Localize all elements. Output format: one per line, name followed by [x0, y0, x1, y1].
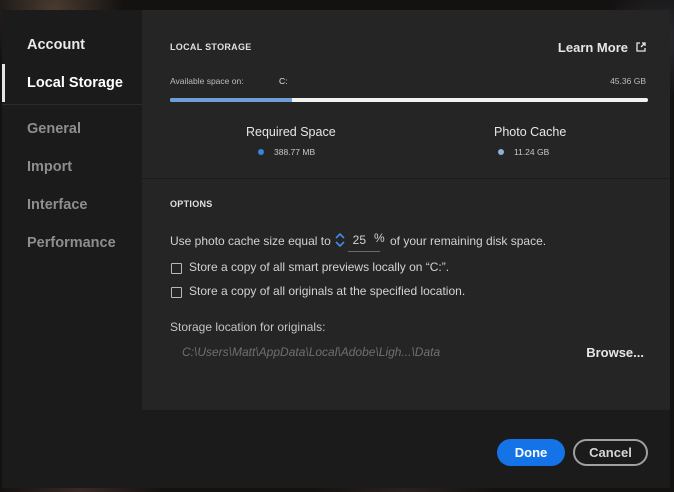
sidebar-item-label: Local Storage	[27, 75, 123, 91]
cancel-label: Cancel	[589, 445, 632, 460]
available-space-label: Available space on:	[170, 76, 244, 86]
done-label: Done	[514, 445, 548, 460]
photo-cache-dot-icon	[498, 149, 504, 155]
available-size: 45.36 GB	[610, 76, 646, 86]
cache-percent-sign: %	[374, 231, 385, 245]
storage-location-label: Storage location for originals:	[170, 320, 326, 334]
sidebar-item-performance[interactable]: Performance	[2, 224, 142, 262]
cache-percent-stepper[interactable]	[334, 231, 346, 249]
required-space-value: 388.77 MB	[258, 147, 315, 157]
options-heading: OPTIONS	[170, 199, 213, 209]
external-link-icon	[636, 40, 646, 55]
cache-size-prefix: Use photo cache size equal to	[170, 234, 331, 248]
sidebar: Account Local Storage General Import Int…	[2, 10, 142, 488]
drive-label: C:	[279, 76, 288, 86]
done-button[interactable]: Done	[497, 439, 565, 466]
storage-path-field[interactable]: C:\Users\Matt\AppData\Local\Adobe\Ligh..…	[182, 345, 440, 359]
photo-cache-value: 11.24 GB	[498, 147, 549, 157]
required-space-dot-icon	[258, 149, 264, 155]
sidebar-item-label: Interface	[27, 197, 88, 213]
required-space-title: Required Space	[246, 125, 336, 139]
up-down-chevron-icon	[335, 232, 345, 248]
originals-checkbox[interactable]	[171, 287, 182, 298]
sidebar-item-local-storage[interactable]: Local Storage	[2, 64, 142, 102]
cache-size-suffix: of your remaining disk space.	[390, 234, 547, 248]
sidebar-item-label: Performance	[27, 235, 116, 251]
cancel-button[interactable]: Cancel	[573, 439, 648, 466]
sidebar-item-label: Import	[27, 159, 73, 175]
required-space-size: 388.77 MB	[274, 147, 316, 157]
sidebar-item-label: Account	[27, 37, 85, 53]
storage-usage-bar	[170, 98, 648, 102]
sidebar-item-account[interactable]: Account	[2, 26, 142, 64]
browse-button[interactable]: Browse...	[586, 345, 644, 360]
learn-more-label: Learn More	[557, 40, 628, 55]
smart-previews-checkbox[interactable]	[171, 263, 182, 274]
storage-usage-fill	[170, 98, 292, 102]
section-divider	[142, 178, 670, 179]
sidebar-item-label: General	[27, 121, 81, 137]
photo-cache-title: Photo Cache	[494, 125, 567, 139]
sidebar-item-interface[interactable]: Interface	[2, 186, 142, 224]
settings-panel: LOCAL STORAGE Learn More Available space…	[142, 10, 670, 410]
learn-more-link[interactable]: Learn More	[558, 40, 646, 55]
sidebar-divider	[2, 104, 142, 105]
preferences-dialog: Account Local Storage General Import Int…	[2, 10, 670, 488]
sidebar-item-general[interactable]: General	[2, 110, 142, 148]
sidebar-item-import[interactable]: Import	[2, 148, 142, 186]
local-storage-heading: LOCAL STORAGE	[170, 42, 252, 52]
originals-label: Store a copy of all originals at the spe…	[189, 284, 466, 298]
smart-previews-label: Store a copy of all smart previews local…	[189, 260, 450, 274]
photo-cache-size: 11.24 GB	[514, 147, 550, 157]
